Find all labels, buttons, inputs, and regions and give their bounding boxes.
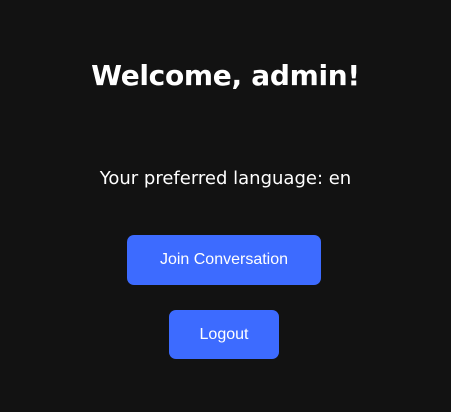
- welcome-page: Welcome, admin! Your preferred language:…: [0, 0, 451, 412]
- page-title: Welcome, admin!: [91, 59, 360, 92]
- logout-button[interactable]: Logout: [169, 310, 279, 359]
- preferred-language-text: Your preferred language: en: [99, 168, 352, 189]
- join-conversation-button[interactable]: Join Conversation: [127, 235, 321, 285]
